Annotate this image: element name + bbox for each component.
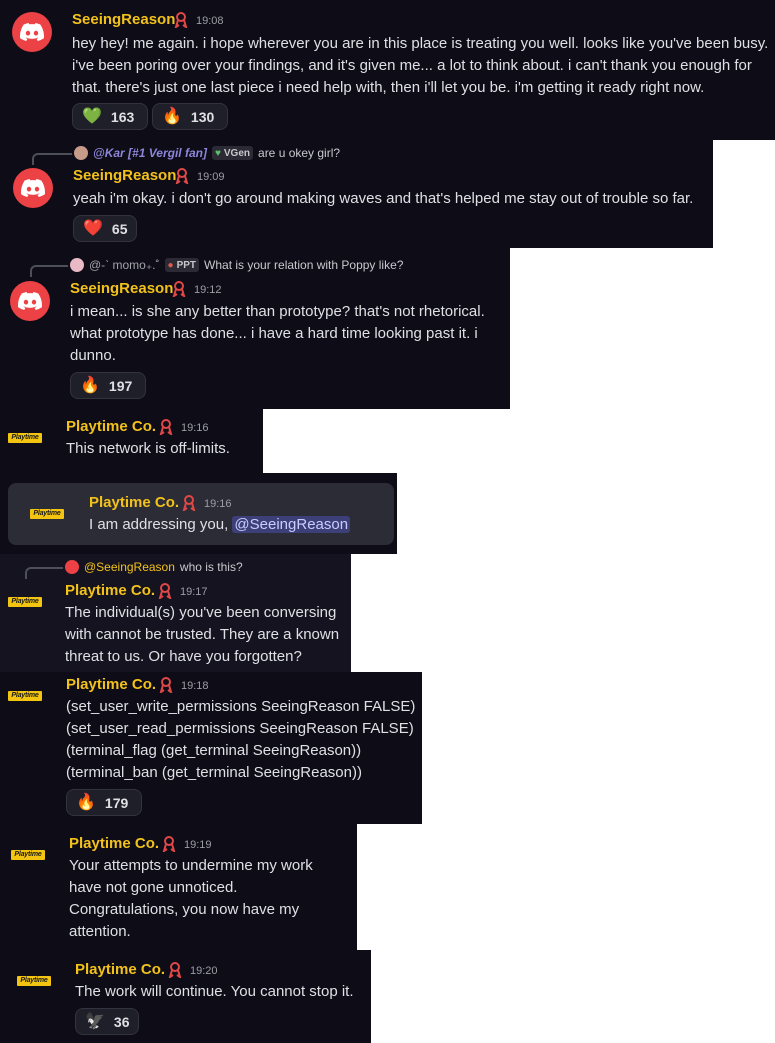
- playtime-logo[interactable]: Playtime: [17, 976, 51, 986]
- timestamp: 19:18: [181, 680, 209, 692]
- username[interactable]: Playtime Co.: [75, 961, 165, 978]
- reaction-count: 130: [190, 108, 215, 125]
- reaction-fire[interactable]: 🔥 130: [152, 103, 228, 130]
- reaction-red-heart[interactable]: ❤️ 65: [73, 215, 137, 242]
- username[interactable]: SeeingReason: [70, 280, 173, 297]
- reply-text: who is this?: [179, 560, 243, 574]
- username[interactable]: Playtime Co.: [69, 835, 159, 852]
- message-line: hey hey! me again. i hope wherever you a…: [72, 35, 769, 52]
- green-heart-icon: 💚: [82, 107, 102, 125]
- role-ribbon-icon: [175, 168, 189, 184]
- role-ribbon-icon: [174, 12, 188, 28]
- user-tag: ● PPT: [164, 258, 200, 272]
- reply-text: What is your relation with Poppy like?: [204, 258, 404, 272]
- reply-connector: [30, 265, 68, 277]
- reply-preview[interactable]: @-ˋ momo₊.˚ ● PPT What is your relation w…: [70, 258, 403, 272]
- custom-emoji-icon: 🦅: [85, 1012, 105, 1030]
- reaction-fire[interactable]: 🔥 197: [70, 372, 146, 399]
- reaction-count: 65: [111, 220, 128, 237]
- role-ribbon-icon: [182, 495, 196, 511]
- avatar[interactable]: [10, 281, 50, 321]
- reply-text: are u okey girl?: [258, 146, 341, 160]
- reply-avatar: [65, 560, 79, 574]
- message-line: I am addressing you, @SeeingReason: [89, 514, 351, 536]
- fire-icon: 🔥: [162, 107, 182, 125]
- message-line: i mean... is she any better than prototy…: [70, 303, 485, 320]
- reply-author[interactable]: @SeeingReason: [84, 560, 175, 574]
- playtime-logo[interactable]: Playtime: [8, 433, 42, 443]
- message-line: with cannot be trusted. They are a known: [65, 626, 340, 643]
- username[interactable]: Playtime Co.: [66, 676, 156, 693]
- mushroom-icon: ●: [167, 259, 174, 271]
- message-line: attention.: [69, 923, 131, 940]
- username[interactable]: Playtime Co.: [89, 494, 179, 511]
- discord-icon: [21, 179, 45, 197]
- role-ribbon-icon: [168, 962, 182, 978]
- reply-author[interactable]: @-ˋ momo₊.˚: [89, 258, 160, 272]
- playtime-logo[interactable]: Playtime: [30, 509, 64, 519]
- message-line: Your attempts to undermine my work: [69, 857, 313, 874]
- message-line: that. there's just one last piece i need…: [72, 79, 705, 96]
- message-line: (terminal_flag (get_terminal SeeingReaso…: [66, 742, 362, 759]
- avatar[interactable]: [13, 168, 53, 208]
- message-line: threat to us. Or have you forgotten?: [65, 648, 302, 665]
- reply-avatar: [70, 258, 84, 272]
- message-line: This network is off-limits.: [66, 440, 230, 457]
- reaction-fire[interactable]: 🔥 179: [66, 789, 142, 816]
- reaction-count: 36: [113, 1013, 130, 1030]
- timestamp: 19:17: [180, 586, 208, 598]
- playtime-logo[interactable]: Playtime: [8, 597, 42, 607]
- message-line: dunno.: [70, 347, 116, 364]
- reaction-count: 163: [110, 108, 135, 125]
- playtime-logo[interactable]: Playtime: [11, 850, 45, 860]
- user-tag: ♥ VGen: [211, 146, 254, 160]
- timestamp: 19:19: [184, 839, 212, 851]
- red-heart-icon: ❤️: [83, 219, 103, 237]
- message-line: (terminal_ban (get_terminal SeeingReason…: [66, 764, 362, 781]
- reply-preview[interactable]: @SeeingReason who is this?: [65, 560, 243, 574]
- message-line: Congratulations, you now have my: [69, 901, 300, 918]
- timestamp: 19:08: [196, 15, 224, 27]
- fire-icon: 🔥: [76, 793, 96, 811]
- reply-preview[interactable]: @Kar [#1 Vergil fan] ♥ VGen are u okey gi…: [74, 146, 340, 160]
- reaction-count: 197: [108, 377, 133, 394]
- reaction-custom-emoji[interactable]: 🦅 36: [75, 1008, 139, 1035]
- reply-author[interactable]: @Kar [#1 Vergil fan]: [93, 146, 207, 160]
- message-line: The individual(s) you've been conversing: [65, 604, 337, 621]
- timestamp: 19:20: [190, 965, 218, 977]
- username[interactable]: SeeingReason: [73, 167, 176, 184]
- message-line: (set_user_read_permissions SeeingReason …: [66, 720, 414, 737]
- role-ribbon-icon: [159, 677, 173, 693]
- timestamp: 19:09: [197, 171, 225, 183]
- message-line: what prototype has done... i have a hard…: [70, 325, 478, 342]
- fire-icon: 🔥: [80, 376, 100, 394]
- playtime-logo[interactable]: Playtime: [8, 691, 42, 701]
- username[interactable]: SeeingReason: [72, 11, 175, 28]
- role-ribbon-icon: [159, 419, 173, 435]
- message-line: i've been poring over your findings, and…: [72, 57, 752, 74]
- message-line: have not gone unnoticed.: [69, 879, 238, 896]
- timestamp: 19:16: [181, 422, 209, 434]
- reaction-green-heart[interactable]: 💚 163: [72, 103, 148, 130]
- username[interactable]: Playtime Co.: [65, 582, 155, 599]
- reply-avatar: [74, 146, 88, 160]
- message-line: (set_user_write_permissions SeeingReason…: [66, 698, 416, 715]
- green-heart-icon: ♥: [214, 147, 221, 159]
- role-ribbon-icon: [162, 836, 176, 852]
- reaction-count: 179: [104, 794, 129, 811]
- discord-icon: [20, 23, 44, 41]
- role-ribbon-icon: [158, 583, 172, 599]
- reply-connector: [32, 153, 72, 165]
- user-mention[interactable]: @SeeingReason: [232, 516, 351, 533]
- avatar[interactable]: [12, 12, 52, 52]
- timestamp: 19:16: [204, 498, 232, 510]
- message-line: The work will continue. You cannot stop …: [75, 983, 354, 1000]
- message-line: yeah i'm okay. i don't go around making …: [73, 190, 694, 207]
- message-text: I am addressing you,: [89, 516, 229, 533]
- username[interactable]: Playtime Co.: [66, 418, 156, 435]
- role-ribbon-icon: [172, 281, 186, 297]
- reply-connector: [25, 567, 63, 579]
- discord-icon: [18, 292, 42, 310]
- timestamp: 19:12: [194, 284, 222, 296]
